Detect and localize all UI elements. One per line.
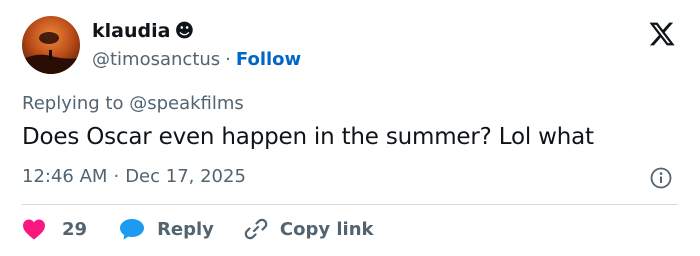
replying-to[interactable]: Replying to @speakfilms: [22, 93, 244, 114]
copy-link-label: Copy link: [279, 218, 374, 240]
smiley-icon: ☻: [174, 20, 195, 42]
speech-bubble-icon: [119, 217, 145, 241]
separator-dot: ·: [225, 49, 231, 70]
divider: [22, 204, 678, 205]
x-logo-icon[interactable]: [648, 20, 676, 48]
author-handle-row: @timosanctus · Follow: [92, 49, 301, 70]
tweet-date: Dec 17, 2025: [125, 166, 246, 187]
author-name-text: klaudia: [92, 20, 171, 42]
like-button[interactable]: 29: [22, 218, 87, 240]
tweet-time: 12:46 AM: [22, 166, 108, 187]
author-name[interactable]: klaudia ☻: [92, 20, 194, 42]
like-count: 29: [62, 218, 88, 240]
heart-icon: [22, 218, 46, 240]
tweet-text: Does Oscar even happen in the summer? Lo…: [22, 124, 594, 150]
copy-link-button[interactable]: Copy link: [244, 217, 374, 241]
follow-button[interactable]: Follow: [236, 49, 301, 70]
separator-dot: ·: [113, 166, 120, 187]
action-bar: 29 Reply Copy link: [22, 216, 374, 242]
info-icon[interactable]: [650, 167, 672, 189]
tweet-timestamp[interactable]: 12:46 AM · Dec 17, 2025: [22, 166, 246, 187]
author-handle[interactable]: @timosanctus: [92, 49, 220, 70]
avatar[interactable]: [22, 16, 80, 74]
avatar-image: [22, 16, 80, 74]
link-icon: [244, 217, 268, 241]
reply-label: Reply: [157, 218, 214, 240]
reply-button[interactable]: Reply: [119, 217, 214, 241]
